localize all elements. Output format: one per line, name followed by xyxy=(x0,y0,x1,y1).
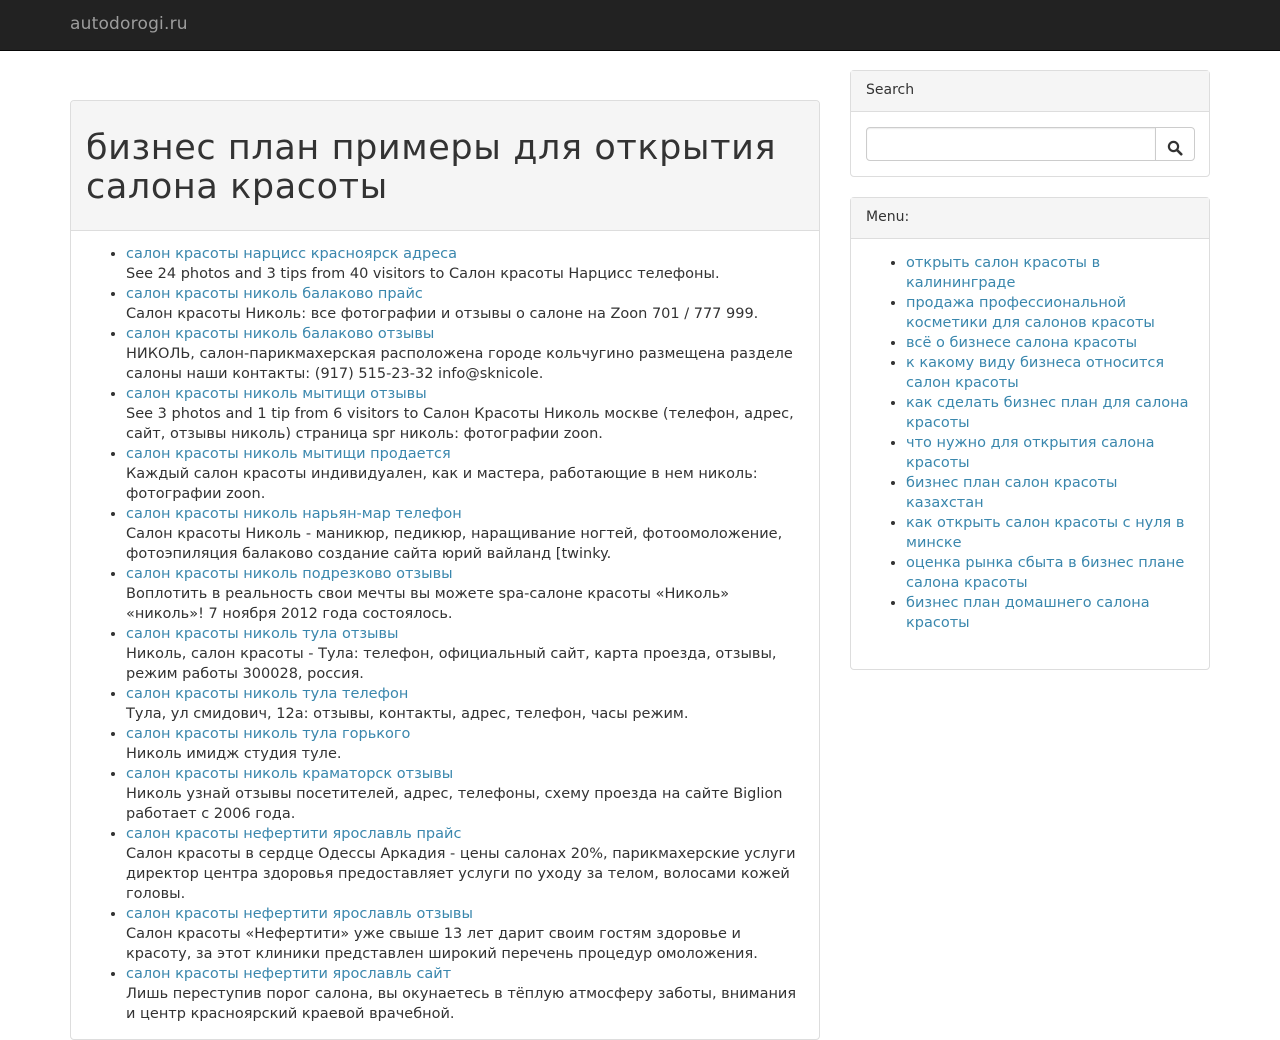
menu-link[interactable]: как сделать бизнес план для салона красо… xyxy=(906,395,1188,431)
menu-item: к какому виду бизнеса относится салон кр… xyxy=(906,353,1194,393)
result-item: салон красоты николь мытищи отзывы See 3 … xyxy=(126,384,809,444)
result-link[interactable]: салон красоты николь мытищи продается xyxy=(126,446,451,462)
search-panel: Search xyxy=(850,70,1210,177)
menu-link[interactable]: оценка рынка сбыта в бизнес плане салона… xyxy=(906,555,1184,591)
result-link[interactable]: салон красоты николь нарьян-мар телефон xyxy=(126,506,462,522)
menu-link[interactable]: всё о бизнесе салона красоты xyxy=(906,335,1137,351)
menu-item: продажа профессиональной косметики для с… xyxy=(906,293,1194,333)
result-link[interactable]: салон красоты николь балаково прайс xyxy=(126,286,423,302)
result-item: салон красоты нефертити ярославль отзывы… xyxy=(126,904,809,964)
result-link[interactable]: салон красоты нефертити ярославль сайт xyxy=(126,966,451,982)
result-item: салон красоты николь подрезково отзывы Во… xyxy=(126,564,809,624)
result-item: салон красоты николь балаково прайс Салон… xyxy=(126,284,809,324)
result-description: Салон красоты Николь - маникюр, педикюр,… xyxy=(126,526,783,562)
result-item: салон красоты николь тула отзывы Николь, … xyxy=(126,624,809,684)
main-panel-heading: бизнес план примеры для открытия салона … xyxy=(71,101,819,231)
main-content-panel: бизнес план примеры для открытия салона … xyxy=(70,100,820,1040)
result-link[interactable]: салон красоты нефертити ярославль прайс xyxy=(126,826,461,842)
menu-item: оценка рынка сбыта в бизнес плане салона… xyxy=(906,553,1194,593)
menu-link[interactable]: продажа профессиональной косметики для с… xyxy=(906,295,1155,331)
menu-list: открыть салон красоты в калининграде прод… xyxy=(866,253,1194,633)
result-link[interactable]: салон красоты николь краматорск отзывы xyxy=(126,766,453,782)
search-button[interactable] xyxy=(1155,127,1195,161)
menu-item: что нужно для открытия салона красоты xyxy=(906,433,1194,473)
result-item: салон красоты николь краматорск отзывы Ни… xyxy=(126,764,809,824)
menu-link[interactable]: что нужно для открытия салона красоты xyxy=(906,435,1155,471)
menu-link[interactable]: бизнес план домашнего салона красоты xyxy=(906,595,1150,631)
result-item: салон красоты нарцисс красноярск адреса S… xyxy=(126,244,809,284)
result-description: Салон красоты «Нефертити» уже свыше 13 л… xyxy=(126,926,758,962)
result-description: НИКОЛЬ, салон-парикмахерская расположена… xyxy=(126,346,793,382)
result-item: салон красоты нефертити ярославль сайт Ли… xyxy=(126,964,809,1024)
result-description: Николь, салон красоты - Тула: телефон, о… xyxy=(126,646,777,682)
menu-link[interactable]: открыть салон красоты в калининграде xyxy=(906,255,1100,291)
result-description: Николь имидж студия туле. xyxy=(126,746,342,762)
result-item: салон красоты николь балаково отзывы НИКО… xyxy=(126,324,809,384)
menu-panel: Menu: открыть салон красоты в калинингра… xyxy=(850,197,1210,670)
menu-link[interactable]: бизнес план салон красоты казахстан xyxy=(906,475,1117,511)
menu-link[interactable]: к какому виду бизнеса относится салон кр… xyxy=(906,355,1164,391)
results-list: салон красоты нарцисс красноярск адреса S… xyxy=(86,244,809,1024)
result-link[interactable]: салон красоты николь тула отзывы xyxy=(126,626,399,642)
result-description: See 24 photos and 3 tips from 40 visitor… xyxy=(126,266,720,282)
search-input[interactable] xyxy=(866,127,1156,161)
menu-link[interactable]: как открыть салон красоты с нуля в минск… xyxy=(906,515,1184,551)
result-description: Воплотить в реальность свои мечты вы мож… xyxy=(126,586,730,622)
menu-panel-title: Menu: xyxy=(851,198,1209,239)
main-panel-body: салон красоты нарцисс красноярск адреса S… xyxy=(71,231,819,1024)
result-item: салон красоты николь мытищи продается Каж… xyxy=(126,444,809,504)
result-link[interactable]: салон красоты николь тула телефон xyxy=(126,686,408,702)
result-description: Лишь переступив порог салона, вы окунает… xyxy=(126,986,797,1022)
result-item: салон красоты николь нарьян-мар телефон С… xyxy=(126,504,809,564)
menu-item: бизнес план домашнего салона красоты xyxy=(906,593,1194,633)
menu-item: как сделать бизнес план для салона красо… xyxy=(906,393,1194,433)
result-description: Салон красоты в сердце Одессы Аркадия - … xyxy=(126,846,796,902)
top-navbar: autodorogi.ru xyxy=(0,0,1280,51)
menu-item: всё о бизнесе салона красоты xyxy=(906,333,1194,353)
result-description: Салон красоты Николь: все фотографии и о… xyxy=(126,306,759,322)
result-link[interactable]: салон красоты николь балаково отзывы xyxy=(126,326,434,342)
search-group xyxy=(866,127,1195,161)
result-link[interactable]: салон красоты николь мытищи отзывы xyxy=(126,386,427,402)
search-panel-title: Search xyxy=(851,71,1209,112)
result-description: See 3 photos and 1 tip from 6 visitors t… xyxy=(126,406,794,442)
result-link[interactable]: салон красоты николь тула горького xyxy=(126,726,410,742)
menu-item: как открыть салон красоты с нуля в минск… xyxy=(906,513,1194,553)
result-description: Каждый салон красоты индивидуален, как и… xyxy=(126,466,758,502)
menu-panel-body: открыть салон красоты в калининграде прод… xyxy=(851,239,1209,633)
result-item: салон красоты николь тула горького Николь… xyxy=(126,724,809,764)
result-link[interactable]: салон красоты николь подрезково отзывы xyxy=(126,566,453,582)
result-description: Тула, ул смидович, 12а: отзывы, контакты… xyxy=(126,706,689,722)
result-description: Николь узнай отзывы посетителей, адрес, … xyxy=(126,786,783,822)
site-brand-link[interactable]: autodorogi.ru xyxy=(70,14,188,34)
search-icon xyxy=(1167,140,1183,156)
menu-item: бизнес план салон красоты казахстан xyxy=(906,473,1194,513)
page-title: бизнес план примеры для открытия салона … xyxy=(86,128,777,207)
result-link[interactable]: салон красоты нефертити ярославль отзывы xyxy=(126,906,473,922)
menu-item: открыть салон красоты в калининграде xyxy=(906,253,1194,293)
result-item: салон красоты нефертити ярославль прайс С… xyxy=(126,824,809,904)
result-link[interactable]: салон красоты нарцисс красноярск адреса xyxy=(126,246,457,262)
result-item: салон красоты николь тула телефон Тула, у… xyxy=(126,684,809,724)
